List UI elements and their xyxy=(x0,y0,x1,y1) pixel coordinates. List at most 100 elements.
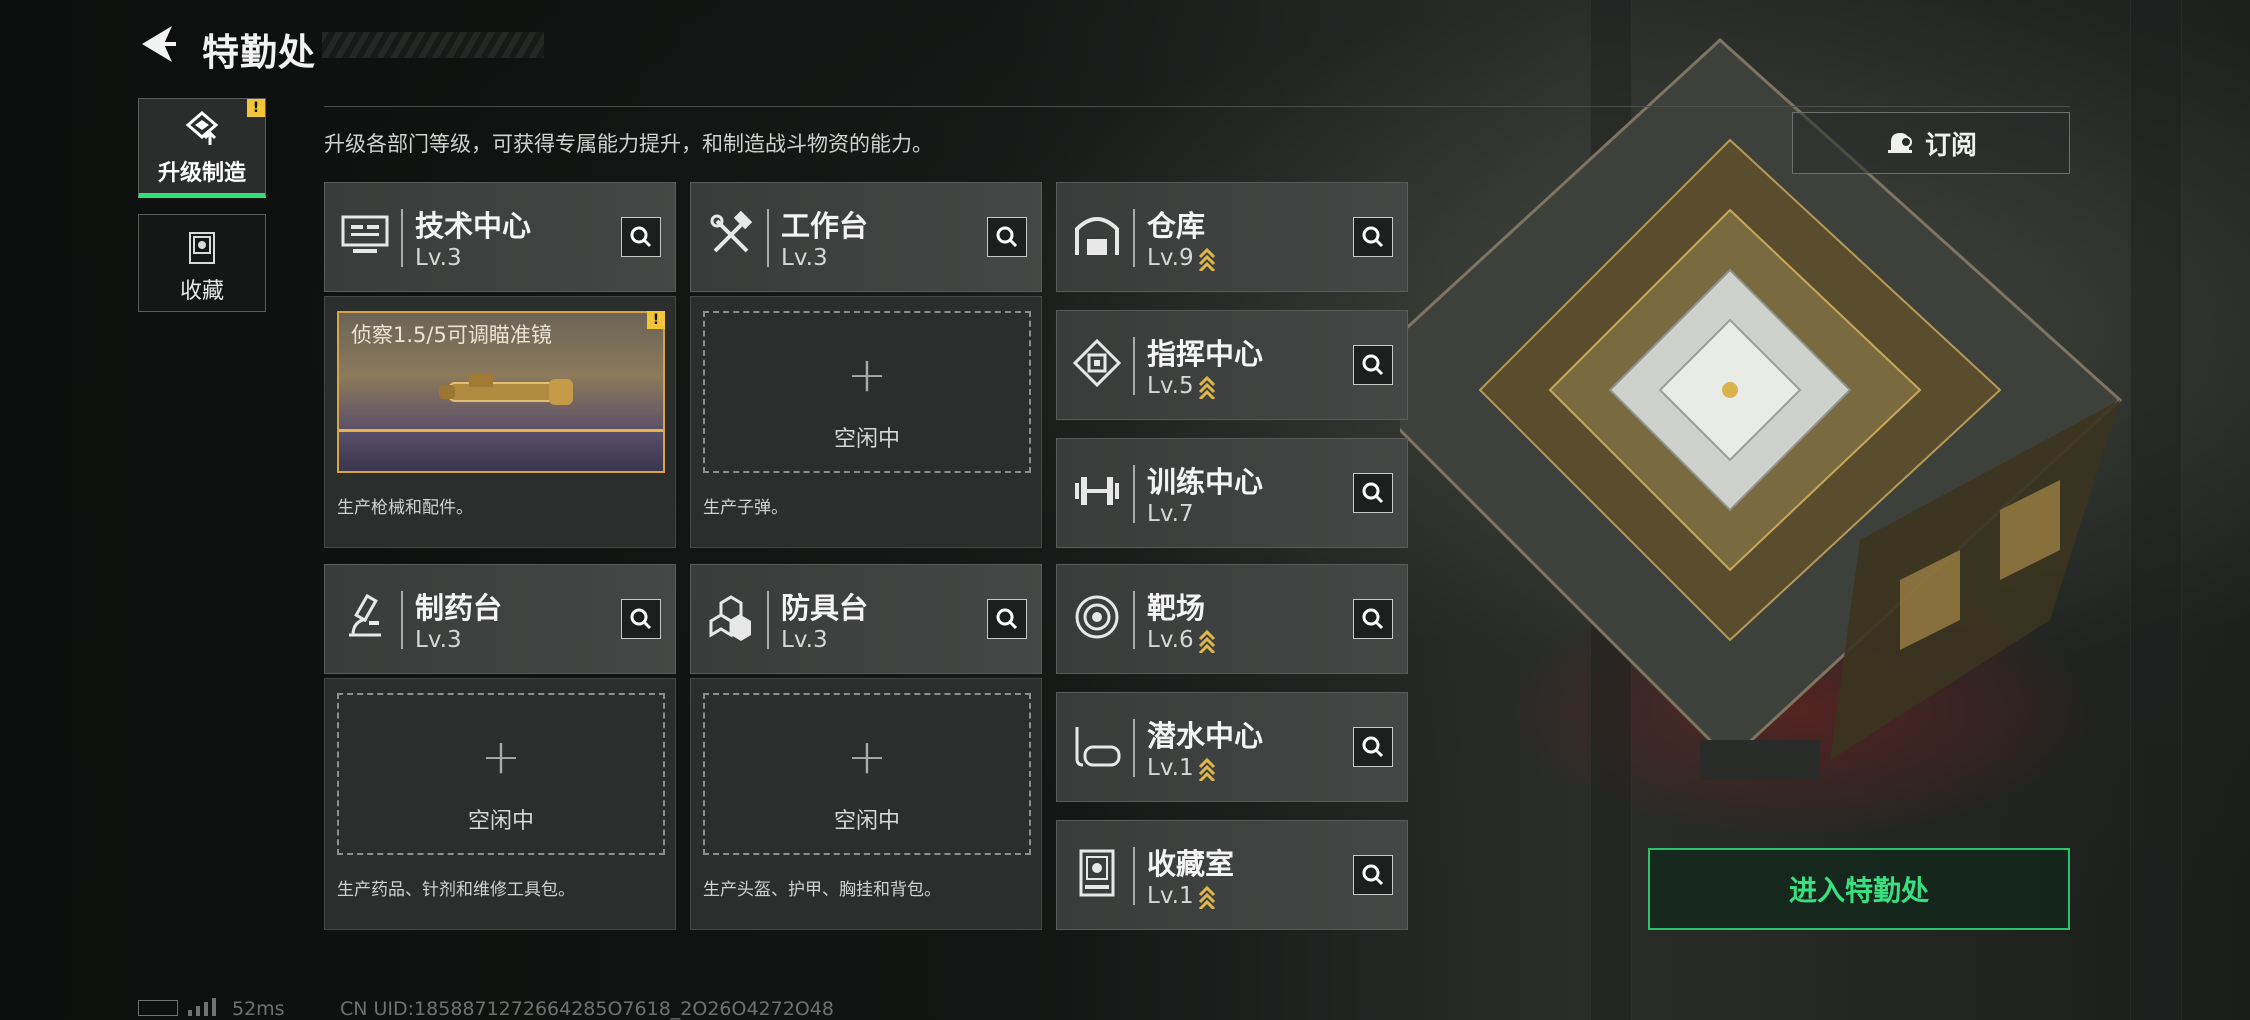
search-icon xyxy=(996,608,1018,630)
inspect-button[interactable] xyxy=(621,599,661,639)
scope-item-image xyxy=(439,373,573,405)
search-icon xyxy=(1362,354,1384,376)
inspect-button[interactable] xyxy=(987,599,1027,639)
production-progress-line xyxy=(339,429,663,432)
department-name: 潜水中心 xyxy=(1147,719,1264,753)
back-arrow-icon[interactable] xyxy=(136,22,180,66)
upgrade-craft-icon xyxy=(185,111,219,145)
network-latency: 52ms xyxy=(232,998,285,1020)
user-uid: CN UID:1858871272664285O7618_2O26O4272O4… xyxy=(340,998,834,1020)
department-card-shooting-range[interactable]: 靶场 Lv.6 xyxy=(1056,564,1408,674)
search-icon xyxy=(996,226,1018,248)
production-description: 生产子弹。 xyxy=(703,498,788,518)
department-level: Lv.3 xyxy=(781,627,828,653)
inspect-button[interactable] xyxy=(1353,855,1393,895)
sidebar-tab-upgrade-craft[interactable]: ! 升级制造 xyxy=(138,98,266,198)
department-level: Lv.7 xyxy=(1147,501,1194,527)
search-icon xyxy=(1362,864,1384,886)
department-card-collection-room[interactable]: 收藏室 Lv.1 xyxy=(1056,820,1408,930)
production-slot-idle[interactable]: + 空闲中 xyxy=(703,693,1031,855)
subscribe-button[interactable]: 订阅 xyxy=(1792,112,2070,174)
department-level: Lv.3 xyxy=(415,627,462,653)
microscope-icon xyxy=(349,593,381,637)
battery-icon xyxy=(138,1000,178,1016)
department-card-diving-center[interactable]: 潜水中心 Lv.1 xyxy=(1056,692,1408,802)
idle-status: 空闲中 xyxy=(467,809,534,834)
add-production-icon: + xyxy=(846,347,888,403)
hammer-wrench-icon xyxy=(710,210,753,253)
production-panel-armor-bench[interactable]: + 空闲中 生产头盔、护甲、胸挂和背包。 xyxy=(690,678,1042,930)
production-slot-idle[interactable]: + 空闲中 xyxy=(703,311,1031,473)
production-panel-tech-center[interactable]: 侦察1.5/5可调瞄准镜 ! 生产枪械和配件。 xyxy=(324,296,676,548)
enter-button-label: 进入特勤处 xyxy=(1788,874,1929,907)
production-slot-active[interactable]: 侦察1.5/5可调瞄准镜 ! xyxy=(337,311,665,473)
department-card-warehouse[interactable]: 仓库 Lv.9 xyxy=(1056,182,1408,292)
department-name: 靶场 xyxy=(1147,591,1206,625)
add-production-icon: + xyxy=(846,729,888,785)
production-description: 生产枪械和配件。 xyxy=(337,498,473,518)
tech-center-icon xyxy=(341,215,389,253)
department-name: 收藏室 xyxy=(1147,847,1235,881)
search-icon xyxy=(1362,226,1384,248)
inspect-button[interactable] xyxy=(1353,727,1393,767)
upgrade-available-icon xyxy=(1198,247,1215,271)
department-name: 仓库 xyxy=(1147,209,1206,243)
cubes-icon xyxy=(709,595,751,641)
tab-alert-badge: ! xyxy=(247,99,265,117)
production-panel-pharmacy[interactable]: + 空闲中 生产药品、针剂和维修工具包。 xyxy=(324,678,676,930)
production-description: 生产头盔、护甲、胸挂和背包。 xyxy=(703,880,941,900)
search-icon xyxy=(1362,608,1384,630)
department-level: Lv.6 xyxy=(1147,627,1194,653)
inspect-button[interactable] xyxy=(1353,345,1393,385)
signal-icon xyxy=(188,998,216,1016)
header-divider xyxy=(324,106,2070,107)
diving-mask-icon xyxy=(1075,727,1121,767)
department-card-command-center[interactable]: 指挥中心 Lv.5 xyxy=(1056,310,1408,420)
department-level-row: Lv.5 xyxy=(1147,373,1216,399)
search-icon xyxy=(630,226,652,248)
department-name: 训练中心 xyxy=(1147,465,1264,499)
add-production-icon: + xyxy=(480,729,522,785)
bell-icon xyxy=(1887,133,1912,153)
department-level: Lv.5 xyxy=(1147,373,1194,399)
department-level-row: Lv.9 xyxy=(1147,245,1216,271)
department-level: Lv.1 xyxy=(1147,755,1194,781)
department-level: Lv.3 xyxy=(781,245,828,271)
dumbbell-icon xyxy=(1075,477,1119,505)
production-slot-idle[interactable]: + 空闲中 xyxy=(337,693,665,855)
inspect-button[interactable] xyxy=(1353,599,1393,639)
inspect-button[interactable] xyxy=(1353,473,1393,513)
inspect-button[interactable] xyxy=(987,217,1027,257)
department-name: 技术中心 xyxy=(415,209,532,243)
department-card-pharmacy[interactable]: 制药台 Lv.3 xyxy=(324,564,676,674)
page-subtitle: 升级各部门等级，可获得专属能力提升，和制造战斗物资的能力。 xyxy=(324,132,933,156)
command-chip-icon xyxy=(1072,338,1122,388)
department-card-tech-center[interactable]: 技术中心 Lv.3 xyxy=(324,182,676,292)
page-title: 特勤处 xyxy=(202,31,316,74)
upgrade-available-icon xyxy=(1198,757,1215,781)
department-card-workbench[interactable]: 工作台 Lv.3 xyxy=(690,182,1042,292)
upgrade-available-icon xyxy=(1198,629,1215,653)
inspect-button[interactable] xyxy=(1353,217,1393,257)
production-description: 生产药品、针剂和维修工具包。 xyxy=(337,880,575,900)
sidebar-tab-collection[interactable]: 收藏 xyxy=(138,214,266,312)
production-item-name: 侦察1.5/5可调瞄准镜 xyxy=(351,323,552,347)
department-card-training-center[interactable]: 训练中心 Lv.7 xyxy=(1056,438,1408,548)
subscribe-label: 订阅 xyxy=(1924,130,1977,161)
department-name: 工作台 xyxy=(781,209,869,243)
production-panel-workbench[interactable]: + 空闲中 生产子弹。 xyxy=(690,296,1042,548)
enter-special-ops-button[interactable]: 进入特勤处 xyxy=(1648,848,2070,930)
department-name: 防具台 xyxy=(781,591,869,625)
upgrade-available-icon xyxy=(1198,885,1215,909)
sidebar-label: 收藏 xyxy=(179,279,224,304)
department-level-row: Lv.1 xyxy=(1147,883,1216,909)
warehouse-icon xyxy=(1075,217,1119,255)
title-decoration-stripe xyxy=(322,32,544,58)
collection-case-icon xyxy=(189,232,215,264)
department-level-row: Lv.1 xyxy=(1147,755,1216,781)
idle-status: 空闲中 xyxy=(833,809,900,834)
inspect-button[interactable] xyxy=(621,217,661,257)
department-card-armor-bench[interactable]: 防具台 Lv.3 xyxy=(690,564,1042,674)
department-name: 指挥中心 xyxy=(1147,337,1264,371)
department-level: Lv.1 xyxy=(1147,883,1194,909)
